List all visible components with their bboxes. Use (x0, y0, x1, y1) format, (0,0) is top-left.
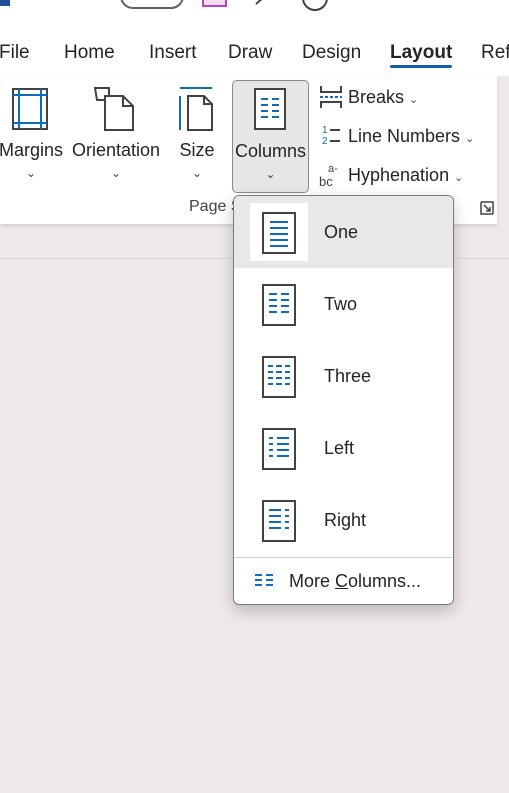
chevron-down-icon: ⌄ (465, 133, 475, 145)
column-option-right[interactable]: Right (234, 484, 453, 556)
tab-layout[interactable]: Layout (390, 42, 452, 64)
hyphenation-label: Hyphenation (348, 165, 450, 185)
chevron-down-icon: ⌄ (191, 166, 203, 180)
margins-button[interactable]: Margins ⌄ (0, 80, 66, 190)
redo-icon[interactable] (255, 0, 264, 5)
sync-icon[interactable] (302, 0, 328, 11)
tab-home[interactable]: Home (64, 42, 115, 64)
svg-text:2: 2 (322, 136, 328, 147)
orientation-label: Orientation (71, 140, 161, 160)
margins-label: Margins (0, 140, 64, 160)
columns-button[interactable]: Columns ⌄ (232, 80, 309, 193)
column-option-label: Three (324, 366, 372, 386)
chevron-down-icon: ⌄ (454, 172, 464, 184)
chevron-down-icon: ⌄ (409, 94, 419, 106)
more-columns-icon (255, 574, 273, 586)
one-column-preview (250, 203, 308, 261)
svg-text:bc: bc (319, 174, 333, 188)
column-option-label: Two (324, 294, 358, 314)
breaks-button[interactable]: Breaks ⌄ (318, 82, 428, 114)
column-option-two[interactable]: Two (234, 268, 453, 340)
menu-bar: File Home Insert Draw Design Layout Ref (0, 30, 509, 76)
breaks-icon (320, 86, 342, 108)
column-option-label: Right (324, 510, 367, 530)
hyphenation-button[interactable]: a- bc Hyphenation ⌄ (318, 160, 473, 192)
line-numbers-button[interactable]: 1 2 Line Numbers ⌄ (318, 121, 478, 153)
more-columns-button[interactable]: More Columns... (234, 558, 453, 604)
two-columns-icon (262, 284, 296, 326)
onenote-icon[interactable] (202, 0, 227, 7)
tab-draw[interactable]: Draw (228, 42, 272, 64)
margins-icon (12, 88, 48, 130)
line-numbers-label: Line Numbers (348, 126, 461, 146)
right-column-preview (250, 491, 308, 549)
columns-icon (254, 88, 286, 130)
tab-design[interactable]: Design (302, 42, 361, 64)
chevron-down-icon: ⌄ (265, 167, 276, 181)
one-column-icon (262, 212, 296, 254)
tab-references[interactable]: Ref (481, 42, 509, 64)
left-column-icon (262, 428, 296, 470)
columns-dropdown: One Two Three Left Right More Columns... (233, 195, 454, 605)
size-icon (179, 87, 213, 131)
right-column-icon (262, 500, 296, 542)
two-columns-preview (250, 275, 308, 333)
orientation-button[interactable]: Orientation ⌄ (68, 80, 164, 190)
more-columns-label: More Columns... (289, 571, 422, 591)
chevron-down-icon: ⌄ (110, 166, 122, 180)
three-columns-icon (262, 356, 296, 398)
size-button[interactable]: Size ⌄ (170, 80, 224, 190)
tab-insert[interactable]: Insert (149, 42, 197, 64)
title-bar-controls (0, 0, 328, 11)
dialog-launcher-icon[interactable] (480, 201, 494, 215)
title-bar (0, 0, 509, 30)
three-columns-preview (250, 347, 308, 405)
word-logo-icon (0, 0, 10, 6)
autosave-toggle[interactable] (120, 0, 184, 9)
column-option-left[interactable]: Left (234, 412, 453, 484)
column-option-three[interactable]: Three (234, 340, 453, 412)
chevron-down-icon: ⌄ (25, 166, 37, 180)
column-option-label: Left (324, 438, 355, 458)
orientation-icon (93, 87, 134, 131)
hyphenation-icon: a- bc (319, 163, 338, 188)
active-tab-indicator (390, 65, 452, 68)
size-label: Size (179, 140, 215, 160)
line-numbers-icon: 1 2 (322, 125, 340, 147)
column-option-label: One (324, 222, 359, 242)
breaks-label: Breaks (348, 87, 405, 107)
left-column-preview (250, 419, 308, 477)
columns-label: Columns (234, 141, 307, 161)
tab-file[interactable]: File (0, 42, 30, 64)
column-option-one[interactable]: One (234, 196, 453, 268)
svg-text:1: 1 (322, 125, 328, 136)
